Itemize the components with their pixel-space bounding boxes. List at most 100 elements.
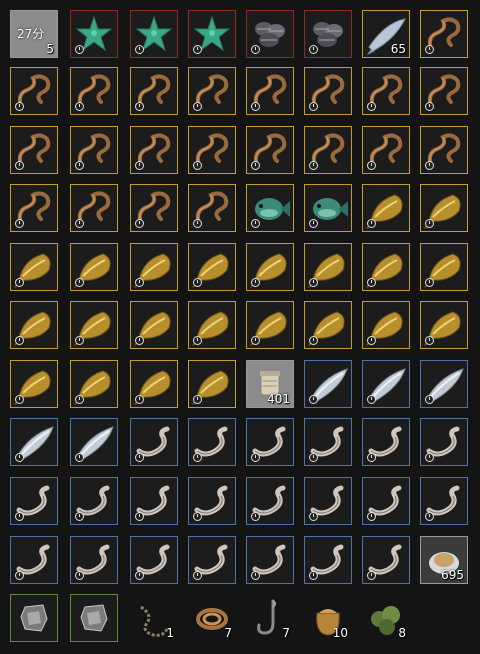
inventory-slot-coiled-rope[interactable]: 7 [188, 594, 236, 642]
inventory-slot-golden-fish[interactable] [188, 301, 236, 349]
inventory-slot-worm-rope[interactable] [246, 67, 294, 115]
inventory-slot-eel[interactable] [246, 477, 294, 525]
clock-icon [75, 161, 84, 170]
inventory-slot-worm-rope[interactable] [362, 67, 410, 115]
inventory-slot-eel[interactable] [420, 477, 468, 525]
inventory-slot-worm-rope[interactable] [130, 184, 178, 232]
inventory-slot-eel[interactable] [304, 477, 352, 525]
inventory-slot-silver-fish[interactable] [304, 360, 352, 408]
inventory-slot-eel[interactable] [304, 536, 352, 584]
inventory-slot-eel[interactable] [246, 536, 294, 584]
clock-icon [309, 395, 318, 404]
inventory-slot-eel[interactable] [362, 536, 410, 584]
clock-icon [15, 453, 24, 462]
inventory-slot-eel[interactable] [70, 477, 118, 525]
inventory-slot-starfish[interactable] [188, 10, 236, 58]
inventory-slot-seaweed[interactable]: 8 [362, 594, 410, 642]
inventory-slot-chain-rope[interactable]: 1 [130, 594, 178, 642]
inventory-slot-eel[interactable] [362, 418, 410, 466]
inventory-slot-eel[interactable] [130, 477, 178, 525]
inventory-slot-golden-fish[interactable] [420, 301, 468, 349]
inventory-slot-bait-jar[interactable]: 401 [246, 360, 294, 408]
inventory-slot-eel[interactable] [246, 418, 294, 466]
inventory-slot-golden-fish[interactable] [362, 184, 410, 232]
inventory-slot-eel[interactable] [362, 477, 410, 525]
inventory-slot-silver-fish[interactable] [70, 418, 118, 466]
inventory-slot-eel[interactable] [188, 536, 236, 584]
inventory-slot-ore-chunk[interactable] [10, 594, 58, 642]
inventory-slot-worm-rope[interactable] [420, 126, 468, 174]
inventory-slot-eel[interactable] [188, 477, 236, 525]
inventory-slot-golden-fish[interactable] [70, 301, 118, 349]
clock-icon [193, 512, 202, 521]
inventory-slot-worm-rope[interactable] [188, 184, 236, 232]
inventory-slot-golden-fish[interactable] [304, 243, 352, 291]
inventory-slot-clam-pile[interactable] [246, 10, 294, 58]
inventory-slot-worm-rope[interactable] [10, 67, 58, 115]
inventory-slot-green-fish[interactable] [304, 184, 352, 232]
inventory-slot-sardine[interactable]: 65 [362, 10, 410, 58]
inventory-slot-eel[interactable] [188, 418, 236, 466]
inventory-slot-eel[interactable] [70, 536, 118, 584]
inventory-slot-golden-fish[interactable] [246, 243, 294, 291]
inventory-slot-eel[interactable] [130, 536, 178, 584]
inventory-slot-worm-rope[interactable] [420, 10, 468, 58]
inventory-slot-golden-fish[interactable] [420, 184, 468, 232]
inventory-slot-golden-fish[interactable] [246, 301, 294, 349]
inventory-slot-worm-rope[interactable] [70, 184, 118, 232]
inventory-slot-golden-fish[interactable] [10, 301, 58, 349]
inventory-slot-golden-fish[interactable] [188, 360, 236, 408]
inventory-slot-golden-fish[interactable] [130, 360, 178, 408]
inventory-slot-silver-fish[interactable] [420, 360, 468, 408]
inventory-slot-eel[interactable] [304, 418, 352, 466]
inventory-slot-worm-rope[interactable] [130, 126, 178, 174]
inventory-slot-worm-rope[interactable] [246, 126, 294, 174]
inventory-slot-fishing-hook[interactable]: 7 [246, 594, 294, 642]
inventory-slot-worm-rope[interactable] [188, 126, 236, 174]
clock-icon [309, 512, 318, 521]
inventory-slot-golden-fish[interactable] [362, 301, 410, 349]
clock-icon [193, 45, 202, 54]
inventory-slot-eel[interactable] [10, 477, 58, 525]
inventory-slot-golden-fish[interactable] [304, 301, 352, 349]
clock-icon [193, 395, 202, 404]
inventory-slot-golden-fish[interactable] [362, 243, 410, 291]
inventory-slot-worm-rope[interactable] [10, 126, 58, 174]
inventory-slot-starfish[interactable] [70, 10, 118, 58]
inventory-slot-worm-rope[interactable] [420, 67, 468, 115]
inventory-slot-golden-fish[interactable] [70, 243, 118, 291]
inventory-slot-golden-fish[interactable] [130, 301, 178, 349]
inventory-slot-worm-rope[interactable] [70, 126, 118, 174]
inventory-slot-worm-rope[interactable] [10, 184, 58, 232]
clock-icon [193, 571, 202, 580]
inventory-slot-worm-rope[interactable] [304, 67, 352, 115]
inventory-slot-eel[interactable] [420, 418, 468, 466]
inventory-slot-clam-pile[interactable] [304, 10, 352, 58]
inventory-slot-golden-fish[interactable] [130, 243, 178, 291]
inventory-slot-worm-rope[interactable] [304, 126, 352, 174]
inventory-slot-eel[interactable] [10, 536, 58, 584]
inventory-slot-golden-fish[interactable] [10, 360, 58, 408]
inventory-slot-silver-fish[interactable] [362, 360, 410, 408]
inventory-slot-worm-rope[interactable] [362, 126, 410, 174]
inventory-slot-green-fish[interactable] [246, 184, 294, 232]
inventory-slot-golden-fish[interactable] [188, 243, 236, 291]
inventory-slot-timer-slot[interactable]: 27分 5 [10, 10, 58, 58]
inventory-slot-worm-rope[interactable] [188, 67, 236, 115]
clock-icon [75, 395, 84, 404]
clock-icon [15, 278, 24, 287]
inventory-slot-bait-bowl[interactable]: 695 [420, 536, 468, 584]
inventory-slot-silver-fish[interactable] [10, 418, 58, 466]
inventory-slot-worm-rope[interactable] [130, 67, 178, 115]
inventory-slot-worm-rope[interactable] [70, 67, 118, 115]
inventory-slot-starfish[interactable] [130, 10, 178, 58]
inventory-slot-golden-fish[interactable] [420, 243, 468, 291]
inventory-slot-golden-fish[interactable] [10, 243, 58, 291]
inventory-slot-golden-fish[interactable] [70, 360, 118, 408]
clock-icon [425, 161, 434, 170]
clock-icon [367, 219, 376, 228]
inventory-slot-ore-chunk[interactable] [70, 594, 118, 642]
inventory-slot-eel[interactable] [130, 418, 178, 466]
clock-icon [425, 102, 434, 111]
inventory-slot-bait-sack[interactable]: 10 [304, 594, 352, 642]
